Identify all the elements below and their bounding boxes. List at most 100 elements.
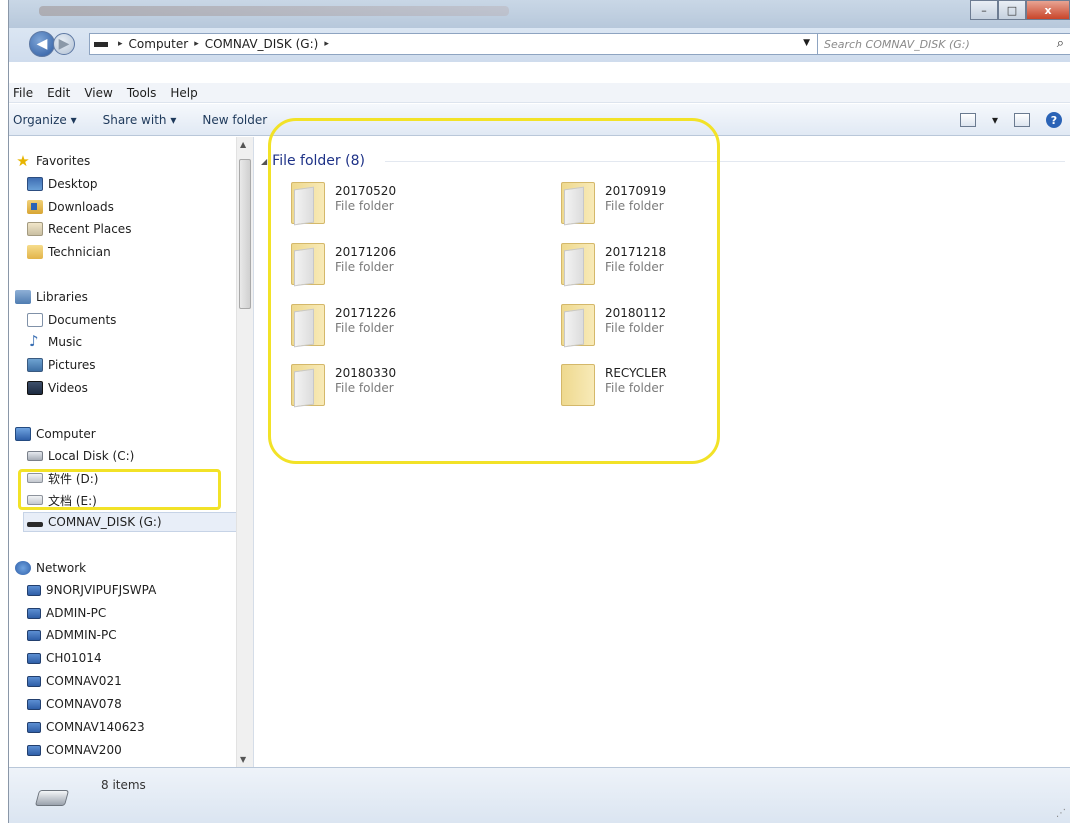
close-button[interactable]: x bbox=[1026, 0, 1070, 20]
maximize-button[interactable]: □ bbox=[998, 0, 1026, 20]
nav-label: COMNAV200 bbox=[46, 743, 122, 757]
new-folder-button[interactable]: New folder bbox=[202, 113, 267, 127]
nav-item-technician[interactable]: Technician bbox=[27, 242, 111, 262]
nav-label: ADMMIN-PC bbox=[46, 628, 117, 642]
nav-item-network-pc[interactable]: CH01014 bbox=[27, 648, 102, 668]
nav-label: Technician bbox=[48, 245, 111, 259]
blurred-title bbox=[39, 6, 509, 16]
back-button[interactable]: ◀ bbox=[29, 31, 55, 57]
status-bar: 8 items ⋰ bbox=[9, 767, 1070, 823]
nav-label: Favorites bbox=[36, 154, 91, 168]
nav-computer[interactable]: Computer bbox=[15, 424, 96, 444]
share-with-button[interactable]: Share with ▾ bbox=[103, 113, 177, 127]
nav-label: COMNAV_DISK (G:) bbox=[48, 515, 162, 529]
nav-item-music[interactable]: Music bbox=[27, 332, 82, 352]
search-input[interactable]: Search COMNAV_DISK (G:) ⌕ bbox=[817, 33, 1070, 55]
nav-label: Pictures bbox=[48, 358, 96, 372]
usb-drive-icon bbox=[27, 522, 43, 527]
view-dropdown-icon[interactable]: ▾ bbox=[992, 113, 998, 127]
nav-item-network-pc[interactable]: COMNAV200 bbox=[27, 740, 122, 760]
nav-label: COMNAV140623 bbox=[46, 720, 145, 734]
computer-icon bbox=[27, 744, 41, 756]
nav-label: 9NORJVIPUFJSWPA bbox=[46, 583, 157, 597]
nav-item-documents[interactable]: Documents bbox=[27, 310, 116, 330]
item-count: 8 items bbox=[101, 778, 146, 792]
hard-disk-icon bbox=[27, 451, 43, 461]
organize-button[interactable]: Organize ▾ bbox=[13, 113, 77, 127]
nav-label: Network bbox=[36, 561, 87, 575]
preview-pane-icon[interactable] bbox=[1014, 113, 1030, 127]
breadcrumb-comnav-disk[interactable]: COMNAV_DISK (G:) bbox=[205, 37, 319, 51]
nav-item-recent-places[interactable]: Recent Places bbox=[27, 219, 131, 239]
nav-label: COMNAV021 bbox=[46, 674, 122, 688]
collapse-triangle-icon[interactable]: ◢ bbox=[261, 157, 267, 166]
recent-places-icon bbox=[27, 222, 43, 236]
menu-edit[interactable]: Edit bbox=[47, 86, 70, 100]
resize-grip-icon[interactable]: ⋰ bbox=[1056, 808, 1066, 819]
computer-icon bbox=[27, 607, 41, 619]
drive-icon bbox=[94, 41, 108, 47]
nav-libraries[interactable]: Libraries bbox=[15, 287, 88, 307]
address-row: ◀ ▶ ▸ Computer ▸ COMNAV_DISK (G:) ▸ ▼ Se… bbox=[9, 28, 1070, 62]
nav-item-videos[interactable]: Videos bbox=[27, 378, 88, 398]
desktop-icon bbox=[27, 177, 43, 191]
nav-label: Music bbox=[48, 335, 83, 349]
menu-view[interactable]: View bbox=[84, 86, 112, 100]
title-bar[interactable]: – □ x bbox=[9, 0, 1070, 28]
forward-button[interactable]: ▶ bbox=[53, 33, 75, 55]
nav-label: Recent Places bbox=[48, 222, 132, 236]
computer-icon bbox=[27, 652, 41, 664]
computer-icon bbox=[27, 721, 41, 733]
nav-item-network-pc[interactable]: ADMIN-PC bbox=[27, 603, 106, 623]
menu-help[interactable]: Help bbox=[170, 86, 197, 100]
address-dropdown-icon[interactable]: ▼ bbox=[803, 38, 810, 48]
nav-label: Local Disk (C:) bbox=[48, 449, 135, 463]
breadcrumb-separator: ▸ bbox=[324, 39, 329, 49]
menu-bar: File Edit View Tools Help bbox=[9, 83, 1070, 103]
navigation-pane: ★ Favorites Desktop Downloads Recent Pla… bbox=[9, 137, 254, 767]
nav-item-network-pc[interactable]: ADMMIN-PC bbox=[27, 625, 117, 645]
help-icon[interactable]: ? bbox=[1046, 112, 1062, 128]
nav-label: Libraries bbox=[36, 290, 88, 304]
usb-drive-icon bbox=[34, 790, 70, 806]
nav-item-comnav-disk-g[interactable]: COMNAV_DISK (G:) bbox=[23, 512, 237, 532]
nav-item-network-pc[interactable]: COMNAV021 bbox=[27, 671, 122, 691]
scroll-up-icon[interactable]: ▲ bbox=[240, 140, 246, 149]
nav-network[interactable]: Network bbox=[15, 558, 86, 578]
folder-icon bbox=[27, 245, 43, 259]
change-view-icon[interactable] bbox=[959, 113, 976, 127]
nav-item-network-pc[interactable]: COMNAV140623 bbox=[27, 717, 145, 737]
nav-label: CH01014 bbox=[46, 651, 102, 665]
music-icon bbox=[27, 332, 43, 350]
computer-icon bbox=[27, 584, 41, 596]
nav-label: Downloads bbox=[48, 200, 114, 214]
menu-tools[interactable]: Tools bbox=[127, 86, 157, 100]
star-icon: ★ bbox=[16, 152, 30, 170]
scrollbar-thumb[interactable] bbox=[239, 159, 251, 309]
nav-favorites[interactable]: ★ Favorites bbox=[15, 151, 90, 171]
nav-label: Computer bbox=[36, 427, 96, 441]
highlight-annotation-drives bbox=[18, 469, 221, 510]
computer-icon bbox=[27, 675, 41, 687]
address-bar[interactable]: ▸ Computer ▸ COMNAV_DISK (G:) ▸ ▼ bbox=[89, 33, 835, 55]
nav-item-network-pc[interactable]: COMNAV078 bbox=[27, 694, 122, 714]
menu-file[interactable]: File bbox=[13, 86, 33, 100]
highlight-annotation-folders bbox=[268, 118, 720, 464]
downloads-icon bbox=[27, 200, 43, 214]
minimize-button[interactable]: – bbox=[970, 0, 998, 20]
nav-scrollbar[interactable]: ▲ ▼ bbox=[236, 137, 253, 767]
videos-icon bbox=[27, 381, 43, 395]
network-icon bbox=[15, 561, 31, 575]
scroll-down-icon[interactable]: ▼ bbox=[240, 755, 246, 764]
search-placeholder: Search COMNAV_DISK (G:) bbox=[824, 37, 970, 51]
breadcrumb-computer[interactable]: Computer bbox=[129, 37, 189, 51]
view-controls: ▾ ? bbox=[959, 112, 1062, 128]
nav-item-pictures[interactable]: Pictures bbox=[27, 355, 96, 375]
nav-item-desktop[interactable]: Desktop bbox=[27, 174, 98, 194]
nav-label: Videos bbox=[48, 381, 88, 395]
search-icon[interactable]: ⌕ bbox=[1057, 36, 1064, 51]
nav-item-local-disk-c[interactable]: Local Disk (C:) bbox=[27, 446, 134, 466]
nav-item-downloads[interactable]: Downloads bbox=[27, 197, 114, 217]
nav-label: Documents bbox=[48, 313, 117, 327]
nav-item-network-pc[interactable]: 9NORJVIPUFJSWPA bbox=[27, 580, 156, 600]
